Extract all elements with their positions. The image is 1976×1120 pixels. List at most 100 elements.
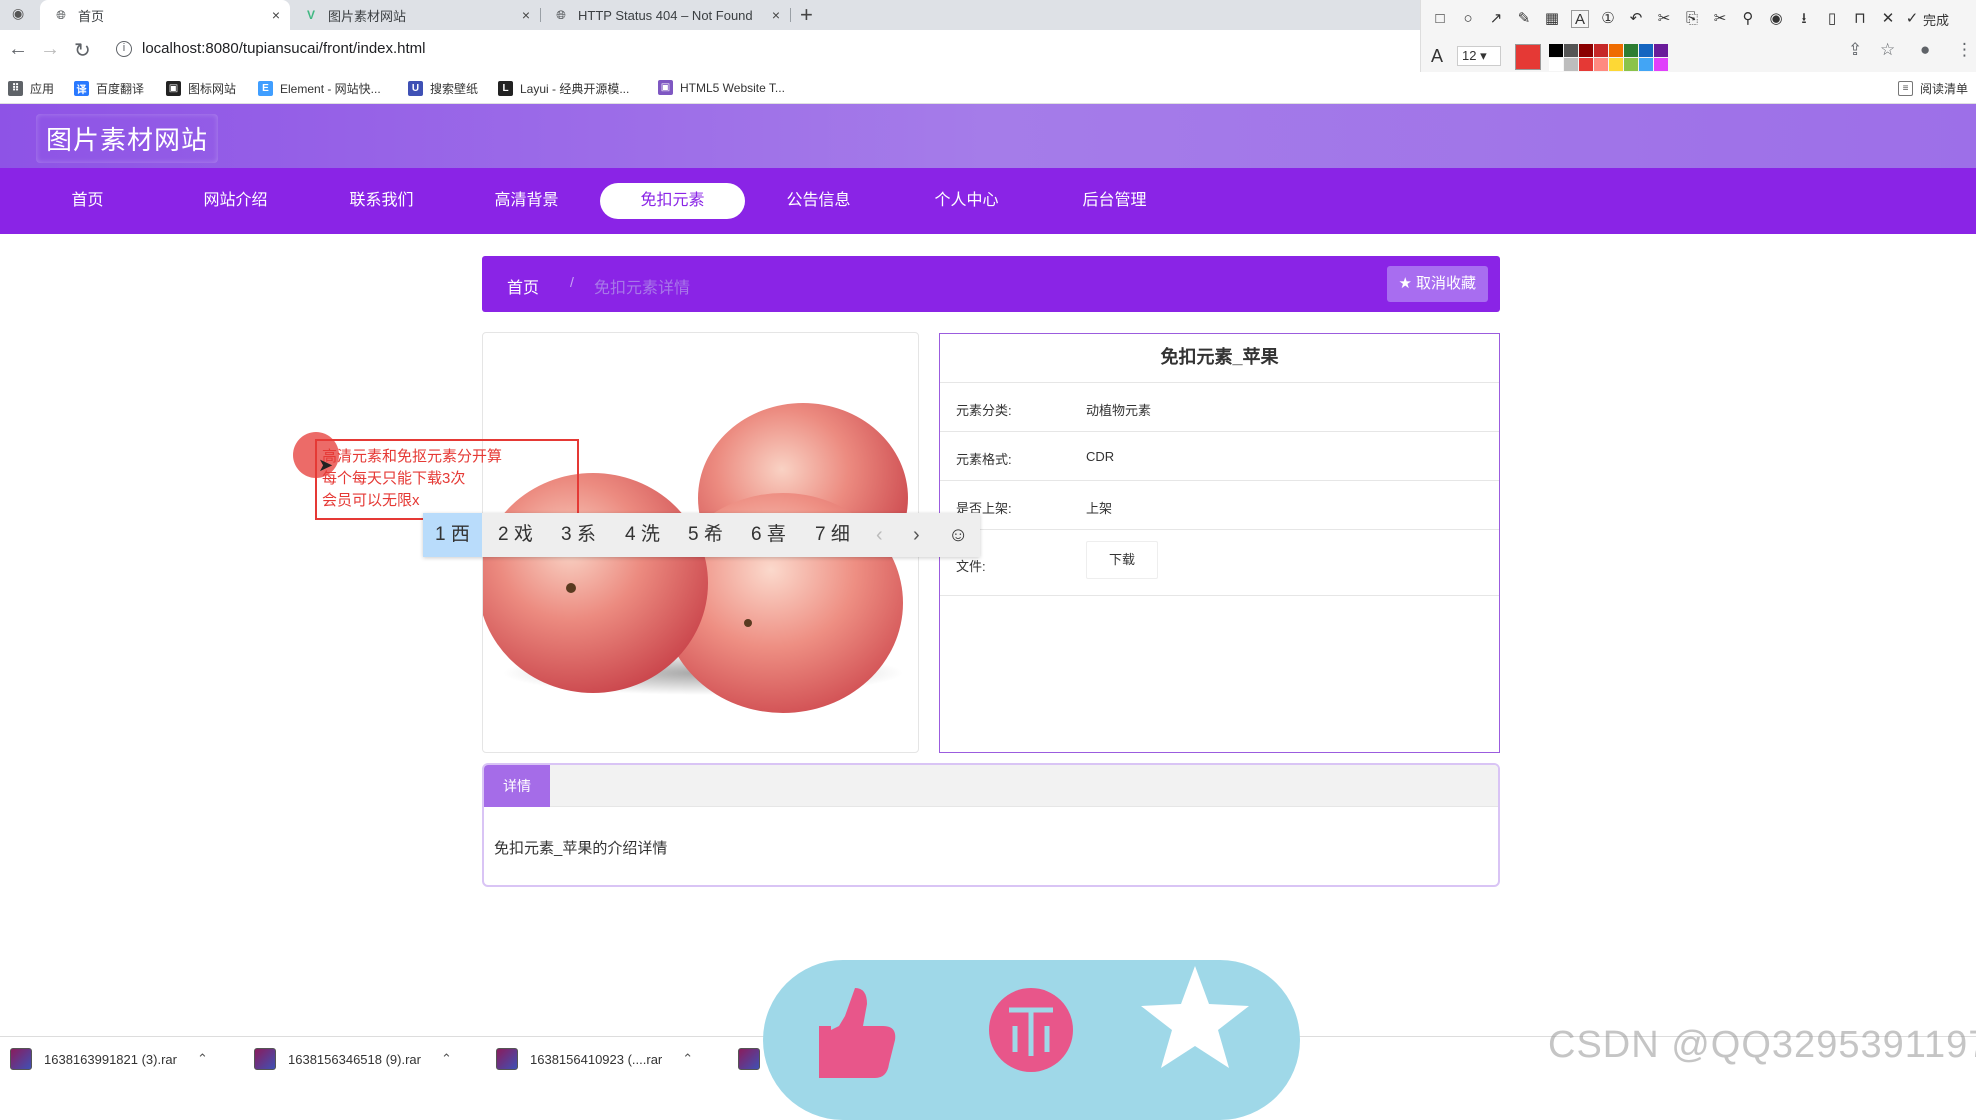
text-tool-icon[interactable]: A [1571, 10, 1589, 28]
color-swatch[interactable] [1639, 58, 1653, 71]
finish-button[interactable]: 完成 [1923, 10, 1949, 29]
bookmark-layui[interactable]: L Layui - 经典开源模... [498, 80, 629, 97]
font-size-select[interactable]: 12 ▾ [1457, 46, 1501, 66]
rar-file-icon [254, 1048, 276, 1070]
bookmark-html5[interactable]: ▣ HTML5 Website T... [658, 80, 785, 95]
ime-candidate[interactable]: 1 西 [423, 513, 482, 557]
color-swatch[interactable] [1654, 58, 1668, 71]
color-swatch[interactable] [1579, 44, 1593, 57]
star-favorite-icon[interactable] [1141, 966, 1249, 1068]
bookmark-baidu-translate[interactable]: 译 百度翻译 [74, 80, 144, 97]
color-swatch[interactable] [1594, 58, 1608, 71]
thumbs-up-icon[interactable] [819, 988, 896, 1078]
site-title[interactable]: 图片素材网站 [36, 114, 218, 163]
ime-candidate[interactable]: 6 喜 [751, 513, 786, 557]
emoji-icon[interactable]: ☺ [948, 513, 968, 557]
color-swatch[interactable] [1624, 58, 1638, 71]
close-icon[interactable]: × [272, 7, 280, 23]
bookmark-element[interactable]: E Element - 网站快... [258, 80, 381, 97]
nav-cutout-elements[interactable]: 免扣元素 [600, 183, 745, 219]
rectangle-tool-icon[interactable]: □ [1431, 10, 1449, 28]
share-icon[interactable]: ⇪ [1848, 40, 1862, 60]
arrow-tool-icon[interactable]: ↗ [1487, 10, 1505, 28]
menu-kebab-icon[interactable]: ⋮ [1956, 40, 1973, 60]
color-swatch[interactable] [1579, 58, 1593, 71]
unfavorite-button[interactable]: ★ 取消收藏 [1386, 266, 1488, 302]
nav-hd-backgrounds[interactable]: 高清背景 [454, 183, 599, 219]
back-icon[interactable]: ← [8, 38, 28, 61]
chevron-up-icon[interactable]: ⌃ [197, 1051, 208, 1067]
ime-candidate[interactable]: 7 细 [815, 513, 850, 557]
new-tab-button[interactable]: + [800, 2, 813, 28]
bookmark-apps[interactable]: ⠿ 应用 [8, 80, 54, 97]
record-icon[interactable]: ◉ [1767, 10, 1785, 28]
tab-site[interactable]: V 图片素材网站 × [290, 0, 540, 30]
ime-candidate[interactable]: 5 希 [688, 513, 723, 557]
color-swatch[interactable] [1654, 44, 1668, 57]
forward-icon[interactable]: → [40, 38, 60, 61]
chevron-up-icon[interactable]: ⌃ [682, 1051, 693, 1067]
star-bookmark-icon[interactable]: ☆ [1880, 40, 1895, 60]
mosaic-tool-icon[interactable]: ▦ [1543, 10, 1561, 28]
tab-404[interactable]: 🌐︎ HTTP Status 404 – Not Found × [540, 0, 790, 30]
download-item[interactable]: 1638163991821 (3).rar ⌃ [10, 1037, 208, 1081]
color-swatch[interactable] [1594, 44, 1608, 57]
translate-icon[interactable]: ⎘ [1683, 10, 1701, 28]
color-swatch[interactable] [1639, 44, 1653, 57]
cancel-icon[interactable]: ✕ [1879, 10, 1897, 28]
bookmark-icon[interactable]: ⊓ [1851, 10, 1869, 28]
download-item[interactable]: 1638156410923 (....rar ⌃ [496, 1037, 693, 1081]
crop-icon[interactable]: ✂ [1655, 10, 1673, 28]
download-filename: 1638156410923 (....rar [530, 1051, 663, 1067]
nav-admin[interactable]: 后台管理 [1042, 183, 1187, 219]
site-info-icon[interactable]: i [116, 41, 132, 57]
color-swatch[interactable] [1609, 58, 1623, 71]
bookmark-wallpaper[interactable]: U 搜索壁纸 [408, 80, 478, 97]
color-swatch[interactable] [1549, 44, 1563, 57]
url-field[interactable]: localhost:8080/tupiansucai/front/index.h… [142, 40, 426, 57]
current-color-swatch[interactable] [1515, 44, 1541, 70]
pin-icon[interactable]: ⚲ [1739, 10, 1757, 28]
tab-home[interactable]: 🌐︎ 首页 × [40, 0, 290, 30]
reload-icon[interactable]: ↻ [74, 38, 91, 63]
reading-list[interactable]: ≡ 阅读清单 [1898, 80, 1968, 97]
color-swatch[interactable] [1564, 58, 1578, 71]
scissors-icon[interactable]: ✂ [1711, 10, 1729, 28]
ime-candidate[interactable]: 4 洗 [625, 513, 660, 557]
ime-prev-icon[interactable]: ‹ [876, 513, 883, 557]
browser-menu-icon[interactable]: ◉ [12, 5, 24, 22]
nav-contact[interactable]: 联系我们 [309, 183, 454, 219]
ime-candidate[interactable]: 2 戏 [498, 513, 533, 557]
nav-about[interactable]: 网站介绍 [163, 183, 308, 219]
save-icon[interactable]: ⭳ [1795, 10, 1813, 28]
download-item[interactable]: 1638156346518 (9).rar ⌃ [254, 1037, 452, 1081]
pen-tool-icon[interactable]: ✎ [1515, 10, 1533, 28]
color-swatch[interactable] [1609, 44, 1623, 57]
color-swatch[interactable] [1624, 44, 1638, 57]
phone-icon[interactable]: ▯ [1823, 10, 1841, 28]
ellipse-tool-icon[interactable]: ○ [1459, 10, 1477, 28]
unfavorite-label: 取消收藏 [1415, 275, 1476, 292]
nav-user-center[interactable]: 个人中心 [894, 183, 1039, 219]
download-button[interactable]: 下载 [1086, 541, 1158, 579]
check-icon[interactable]: ✓ [1903, 10, 1921, 28]
tab-details[interactable]: 详情 [484, 765, 550, 807]
coin-icon[interactable] [989, 988, 1073, 1072]
ime-next-icon[interactable]: › [913, 513, 920, 557]
breadcrumb-home[interactable]: 首页 [507, 274, 539, 298]
bookmark-icon-site[interactable]: ▣ 图标网站 [166, 80, 236, 97]
color-swatch[interactable] [1564, 44, 1578, 57]
profile-icon[interactable]: ● [1920, 40, 1930, 60]
rar-file-icon [738, 1048, 760, 1070]
color-swatch[interactable] [1549, 58, 1563, 71]
number-tool-icon[interactable]: ① [1599, 10, 1617, 28]
close-icon[interactable]: × [522, 7, 530, 23]
info-label: 文件: [956, 559, 986, 574]
undo-icon[interactable]: ↶ [1627, 10, 1645, 28]
ime-candidate[interactable]: 3 系 [561, 513, 596, 557]
close-icon[interactable]: × [772, 7, 780, 23]
element-info-panel: 免扣元素_苹果 元素分类: 动植物元素 元素格式: CDR 是否上架: 上架 文… [939, 333, 1500, 753]
chevron-up-icon[interactable]: ⌃ [441, 1051, 452, 1067]
nav-announcements[interactable]: 公告信息 [746, 183, 891, 219]
nav-home[interactable]: 首页 [15, 183, 160, 219]
